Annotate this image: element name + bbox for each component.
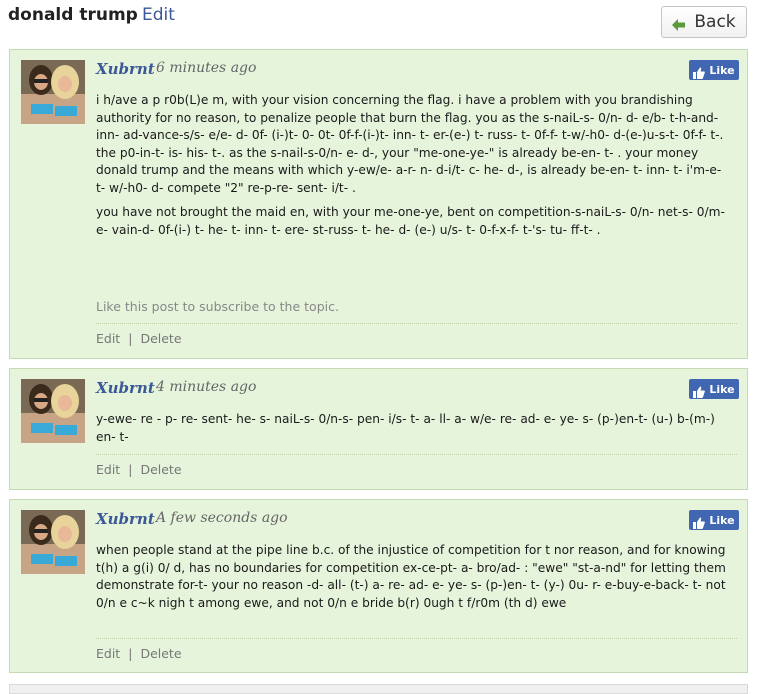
delete-post-link[interactable]: Delete bbox=[140, 462, 181, 477]
post: Xubrnt 4 minutes ago Like y-ewe- re - p-… bbox=[9, 368, 748, 490]
divider bbox=[96, 454, 737, 455]
edit-topic-link[interactable]: Edit bbox=[142, 5, 175, 25]
edit-post-link[interactable]: Edit bbox=[96, 462, 120, 477]
thumbs-up-icon bbox=[693, 64, 706, 79]
post: Xubrnt A few seconds ago Like when peopl… bbox=[9, 499, 748, 673]
avatar[interactable] bbox=[21, 60, 85, 124]
divider bbox=[96, 323, 737, 324]
post-paragraph: i h/ave a p r0b(L)e m, with your vision … bbox=[96, 93, 724, 195]
back-button-label: Back bbox=[694, 12, 736, 32]
delete-post-link[interactable]: Delete bbox=[140, 331, 181, 346]
post-author[interactable]: Xubrnt bbox=[96, 379, 155, 397]
like-button[interactable]: Like bbox=[689, 60, 739, 80]
like-button[interactable]: Like bbox=[689, 510, 739, 530]
edit-post-link[interactable]: Edit bbox=[96, 646, 120, 661]
avatar[interactable] bbox=[21, 379, 85, 443]
post-timestamp: A few seconds ago bbox=[156, 510, 288, 526]
separator: | bbox=[128, 646, 133, 661]
separator: | bbox=[128, 462, 133, 477]
separator: | bbox=[128, 331, 133, 346]
like-label: Like bbox=[709, 513, 735, 527]
arrow-left-icon bbox=[672, 16, 686, 31]
post-actions: Edit | Delete bbox=[96, 646, 182, 661]
post-author[interactable]: Xubrnt bbox=[96, 510, 155, 528]
avatar[interactable] bbox=[21, 510, 85, 574]
post-actions: Edit | Delete bbox=[96, 462, 182, 477]
thumbs-up-icon bbox=[693, 383, 706, 398]
post-actions: Edit | Delete bbox=[96, 331, 182, 346]
topic-header: donald trump Edit Back bbox=[0, 0, 757, 48]
post-author[interactable]: Xubrnt bbox=[96, 60, 155, 78]
like-label: Like bbox=[709, 63, 735, 77]
post-body: y-ewe- re - p- re- sent- he- s- naiL-s- … bbox=[96, 411, 734, 453]
post-timestamp: 6 minutes ago bbox=[156, 60, 257, 76]
post-paragraph: you have not brought the maid en, with y… bbox=[96, 205, 725, 237]
edit-post-link[interactable]: Edit bbox=[96, 331, 120, 346]
post-body: i h/ave a p r0b(L)e m, with your vision … bbox=[96, 92, 734, 246]
thumbs-up-icon bbox=[693, 514, 706, 529]
post-paragraph: when people stand at the pipe line b.c. … bbox=[96, 543, 726, 610]
divider bbox=[96, 638, 737, 639]
topic-title: donald trump bbox=[8, 5, 138, 25]
post-body: when people stand at the pipe line b.c. … bbox=[96, 542, 734, 619]
post: Xubrnt 6 minutes ago Like i h/ave a p r0… bbox=[9, 49, 748, 359]
subscribe-note: Like this post to subscribe to the topic… bbox=[96, 299, 339, 314]
like-label: Like bbox=[709, 382, 735, 396]
back-button[interactable]: Back bbox=[661, 6, 747, 38]
post-timestamp: 4 minutes ago bbox=[156, 379, 257, 395]
delete-post-link[interactable]: Delete bbox=[140, 646, 181, 661]
next-post-edge bbox=[9, 684, 748, 694]
post-paragraph: y-ewe- re - p- re- sent- he- s- naiL-s- … bbox=[96, 412, 715, 444]
like-button[interactable]: Like bbox=[689, 379, 739, 399]
